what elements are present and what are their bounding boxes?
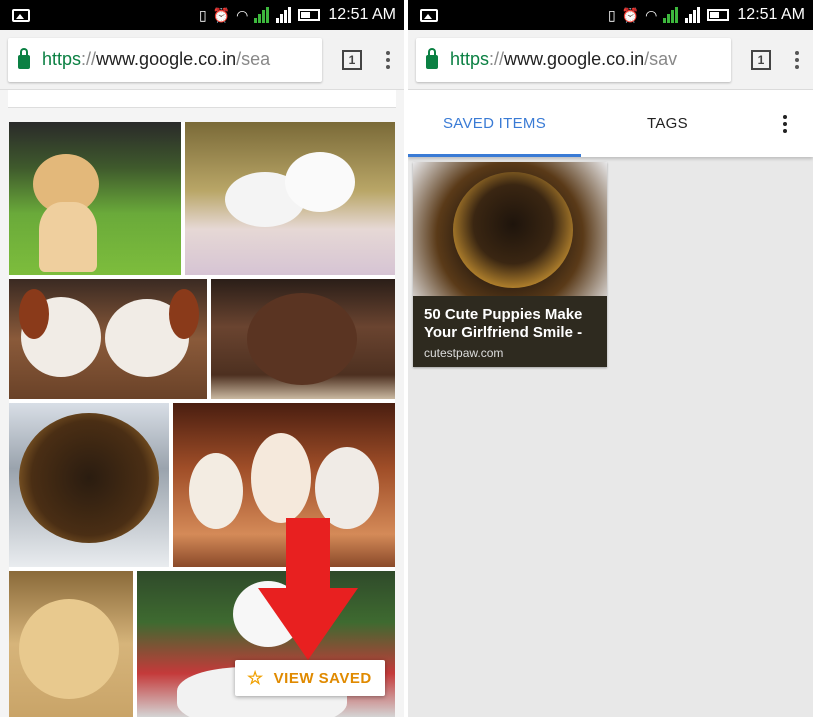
url-host: www.google.co.in xyxy=(96,49,237,69)
gallery-notification-icon xyxy=(12,8,30,22)
tab-switcher-button[interactable]: 1 xyxy=(751,49,771,70)
search-card xyxy=(8,90,396,108)
signal-2-icon xyxy=(685,7,701,23)
status-time: 12:51 AM xyxy=(328,6,396,23)
alarm-icon: ⏰ xyxy=(621,6,640,23)
vibrate-icon: ▯ xyxy=(199,6,207,23)
status-icons: ▯ ⏰ ◠ xyxy=(199,6,321,24)
url-scheme: https xyxy=(450,49,490,69)
saved-tabs-bar: SAVED ITEMS TAGS xyxy=(408,90,813,157)
alarm-icon: ⏰ xyxy=(212,6,231,23)
battery-icon xyxy=(298,9,321,21)
tab-switcher-button[interactable]: 1 xyxy=(342,49,362,70)
tab-saved-items[interactable]: SAVED ITEMS xyxy=(408,90,581,157)
signal-icon xyxy=(663,7,679,23)
star-icon: ☆ xyxy=(247,667,264,688)
image-result[interactable] xyxy=(9,122,181,275)
image-result[interactable] xyxy=(9,403,169,567)
image-result[interactable] xyxy=(211,279,395,399)
browser-menu-button[interactable] xyxy=(789,50,805,69)
view-saved-button[interactable]: ☆ VIEW SAVED xyxy=(235,660,385,696)
annotation-arrow xyxy=(258,518,358,660)
gallery-notification-icon xyxy=(420,8,438,22)
saved-item-caption: 50 Cute Puppies Make Your Girlfriend Smi… xyxy=(413,296,607,367)
view-saved-label: VIEW SAVED xyxy=(273,669,372,687)
url-separator: :// xyxy=(81,49,97,69)
image-results: ☆ VIEW SAVED xyxy=(0,90,404,717)
right-screen: ▯ ⏰ ◠ 12:51 AM https://www.google.co.in /… xyxy=(408,0,813,717)
overflow-menu-button[interactable] xyxy=(777,114,793,133)
battery-icon xyxy=(707,9,730,21)
status-icons: ▯ ⏰ ◠ xyxy=(608,6,730,24)
left-screen: ▯ ⏰ ◠ 12:51 AM https://www.google.co.in /… xyxy=(0,0,404,717)
lock-icon xyxy=(18,47,30,69)
signal-2-icon xyxy=(276,7,292,23)
status-time: 12:51 AM xyxy=(737,6,805,23)
image-result[interactable] xyxy=(9,571,133,717)
url-path: /sav xyxy=(644,49,678,69)
url-scheme: https xyxy=(42,49,82,69)
status-bar: ▯ ⏰ ◠ 12:51 AM xyxy=(0,0,404,30)
address-bar[interactable]: https://www.google.co.in/sea xyxy=(8,37,322,82)
saved-item-title: 50 Cute Puppies Make Your Girlfriend Smi… xyxy=(424,306,583,341)
image-result[interactable] xyxy=(9,279,207,399)
lock-icon xyxy=(426,47,438,69)
image-result[interactable] xyxy=(185,122,395,275)
saved-item-source: cutestpaw.com xyxy=(424,346,504,360)
saved-item-thumbnail xyxy=(413,162,607,296)
browser-toolbar: https://www.google.co.in/sea 1 xyxy=(0,30,404,90)
browser-toolbar: https://www.google.co.in/sav 1 xyxy=(408,30,813,90)
browser-menu-button[interactable] xyxy=(380,50,396,69)
wifi-icon: ◠ xyxy=(645,6,658,23)
address-bar[interactable]: https://www.google.co.in/sav xyxy=(416,37,731,82)
status-bar: ▯ ⏰ ◠ 12:51 AM xyxy=(408,0,813,30)
signal-icon xyxy=(254,7,270,23)
tab-tags[interactable]: TAGS xyxy=(581,90,754,157)
saved-item-card[interactable]: 50 Cute Puppies Make Your Girlfriend Smi… xyxy=(413,162,607,367)
vibrate-icon: ▯ xyxy=(608,6,616,23)
url-path: /sea xyxy=(236,49,271,69)
wifi-icon: ◠ xyxy=(236,6,249,23)
url-separator: :// xyxy=(489,49,505,69)
url-host: www.google.co.in xyxy=(504,49,645,69)
